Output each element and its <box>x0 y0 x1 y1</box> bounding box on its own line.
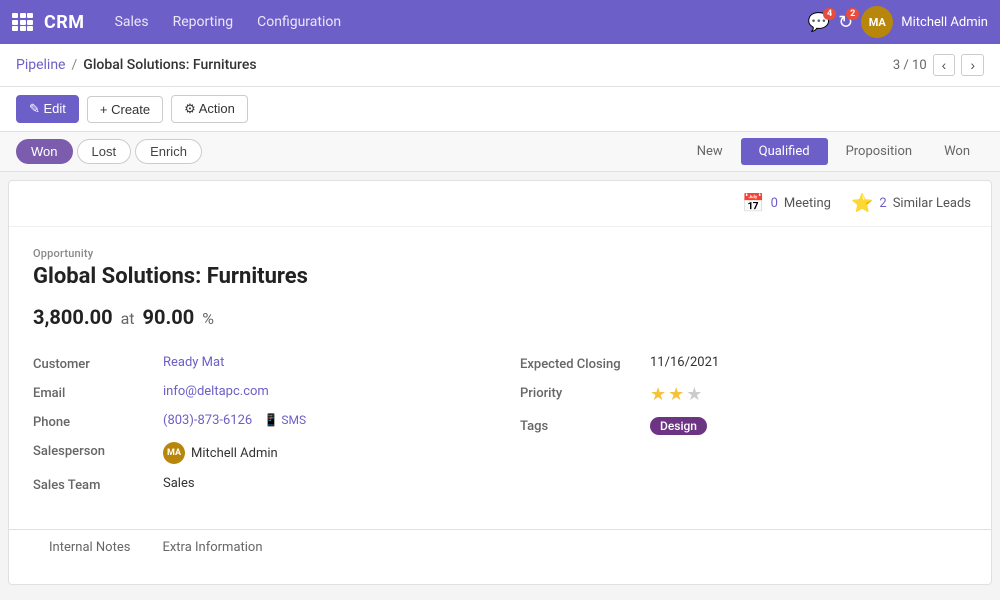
expected-closing-value: 11/16/2021 <box>650 355 967 370</box>
tabs-bar: Internal Notes Extra Information <box>9 529 991 567</box>
won-button[interactable]: Won <box>16 139 73 164</box>
percent-sign: % <box>202 309 214 328</box>
avatar[interactable]: MA <box>861 6 893 38</box>
pipeline-stages: New Qualified Proposition Won <box>679 138 984 165</box>
amount-value: 3,800.00 <box>33 305 113 329</box>
at-label: at <box>121 309 135 328</box>
amount-row: 3,800.00 at 90.00 % <box>33 305 967 329</box>
enrich-button[interactable]: Enrich <box>135 139 202 164</box>
tab-internal-notes[interactable]: Internal Notes <box>33 530 146 567</box>
breadcrumb: Pipeline / Global Solutions: Furnitures <box>16 57 257 73</box>
stage-qualified[interactable]: Qualified <box>741 138 828 165</box>
star-2[interactable]: ★ <box>668 384 684 405</box>
fields-grid: Customer Ready Mat Email info@deltapc.co… <box>33 349 967 499</box>
priority-value: ★ ★ ★ <box>650 384 967 405</box>
right-fields: Expected Closing 11/16/2021 Priority ★ ★… <box>520 349 967 499</box>
priority-stars[interactable]: ★ ★ ★ <box>650 384 967 405</box>
email-link[interactable]: info@deltapc.com <box>163 384 269 399</box>
menu-item-sales[interactable]: Sales <box>105 10 159 34</box>
opportunity-section-label: Opportunity <box>33 247 967 260</box>
pagination-prev[interactable]: ‹ <box>933 54 956 76</box>
email-value: info@deltapc.com <box>163 384 480 399</box>
pagination-info: 3 / 10 <box>893 58 927 73</box>
create-button[interactable]: + Create <box>87 96 163 123</box>
email-field: Email info@deltapc.com <box>33 378 480 407</box>
email-label: Email <box>33 384 163 401</box>
sales-team-label: Sales Team <box>33 476 163 493</box>
action-button[interactable]: ⚙ Action <box>171 95 248 123</box>
phone-value: (803)-873-6126 📱 SMS <box>163 413 480 428</box>
top-actions-row: 📅 0 Meeting ⭐ 2 Similar Leads <box>9 181 991 227</box>
meeting-label: Meeting <box>784 196 831 211</box>
phone-label: Phone <box>33 413 163 430</box>
status-stage-bar: Won Lost Enrich New Qualified Propositio… <box>0 132 1000 172</box>
similar-leads-count: 2 <box>879 196 886 211</box>
edit-button[interactable]: ✎ Edit <box>16 95 79 123</box>
main-menu: Sales Reporting Configuration <box>105 10 808 34</box>
main-content: 📅 0 Meeting ⭐ 2 Similar Leads Opportunit… <box>8 180 992 585</box>
star-1[interactable]: ★ <box>650 384 666 405</box>
similar-leads-action[interactable]: ⭐ 2 Similar Leads <box>851 193 971 214</box>
customer-link[interactable]: Ready Mat <box>163 355 224 370</box>
pagination-next[interactable]: › <box>961 54 984 76</box>
expected-closing-label: Expected Closing <box>520 355 650 372</box>
breadcrumb-bar: Pipeline / Global Solutions: Furnitures … <box>0 44 1000 87</box>
meeting-action[interactable]: 📅 0 Meeting <box>742 193 831 214</box>
customer-field: Customer Ready Mat <box>33 349 480 378</box>
tab-extra-information[interactable]: Extra Information <box>146 530 278 567</box>
stage-buttons: Won Lost Enrich <box>16 139 202 164</box>
topnav-right: 💬 4 ↻ 2 MA Mitchell Admin <box>808 6 988 38</box>
priority-field: Priority ★ ★ ★ <box>520 378 967 411</box>
top-navigation: CRM Sales Reporting Configuration 💬 4 ↻ … <box>0 0 1000 44</box>
menu-item-configuration[interactable]: Configuration <box>247 10 351 34</box>
action-bar: ✎ Edit + Create ⚙ Action <box>0 87 1000 132</box>
pagination: 3 / 10 ‹ › <box>893 54 984 76</box>
salesperson-label: Salesperson <box>33 442 163 459</box>
lost-button[interactable]: Lost <box>77 139 132 164</box>
calendar-icon: 📅 <box>742 193 764 214</box>
stage-won[interactable]: Won <box>930 138 984 165</box>
breadcrumb-current: Global Solutions: Furnitures <box>83 57 256 73</box>
salesperson-avatar: MA <box>163 442 185 464</box>
stage-new[interactable]: New <box>679 138 741 165</box>
phone-link[interactable]: (803)-873-6126 <box>163 413 252 428</box>
star-leads-icon: ⭐ <box>851 193 873 214</box>
breadcrumb-separator: / <box>72 57 78 73</box>
activity-badge: 2 <box>846 8 859 20</box>
apps-menu-button[interactable] <box>12 13 36 31</box>
priority-label: Priority <box>520 384 650 401</box>
sms-button[interactable]: 📱 SMS <box>263 413 306 427</box>
customer-value: Ready Mat <box>163 355 480 370</box>
tags-value: Design <box>650 417 967 435</box>
breadcrumb-parent[interactable]: Pipeline <box>16 57 66 73</box>
activity-notification[interactable]: ↻ 2 <box>838 12 853 33</box>
opportunity-title: Global Solutions: Furnitures <box>33 264 967 289</box>
chat-badge: 4 <box>823 8 836 20</box>
salesperson-value: MA Mitchell Admin <box>163 442 480 464</box>
sales-team-value: Sales <box>163 476 480 491</box>
user-name: Mitchell Admin <box>901 15 988 30</box>
percent-value: 90.00 <box>143 305 195 329</box>
phone-field: Phone (803)-873-6126 📱 SMS <box>33 407 480 436</box>
left-fields: Customer Ready Mat Email info@deltapc.co… <box>33 349 480 499</box>
salesperson-name: Mitchell Admin <box>191 446 278 461</box>
tags-field: Tags Design <box>520 411 967 441</box>
chat-notification[interactable]: 💬 4 <box>808 12 830 33</box>
star-3[interactable]: ★ <box>686 384 702 405</box>
meeting-count: 0 <box>771 196 778 211</box>
similar-leads-label: Similar Leads <box>893 196 971 211</box>
expected-closing-field: Expected Closing 11/16/2021 <box>520 349 967 378</box>
salesperson-field: Salesperson MA Mitchell Admin <box>33 436 480 470</box>
design-tag[interactable]: Design <box>650 417 707 435</box>
stage-proposition[interactable]: Proposition <box>828 138 931 165</box>
sales-team-field: Sales Team Sales <box>33 470 480 499</box>
tags-label: Tags <box>520 417 650 434</box>
app-brand: CRM <box>44 12 85 33</box>
menu-item-reporting[interactable]: Reporting <box>163 10 244 34</box>
customer-label: Customer <box>33 355 163 372</box>
form-body: Opportunity Global Solutions: Furnitures… <box>9 227 991 519</box>
